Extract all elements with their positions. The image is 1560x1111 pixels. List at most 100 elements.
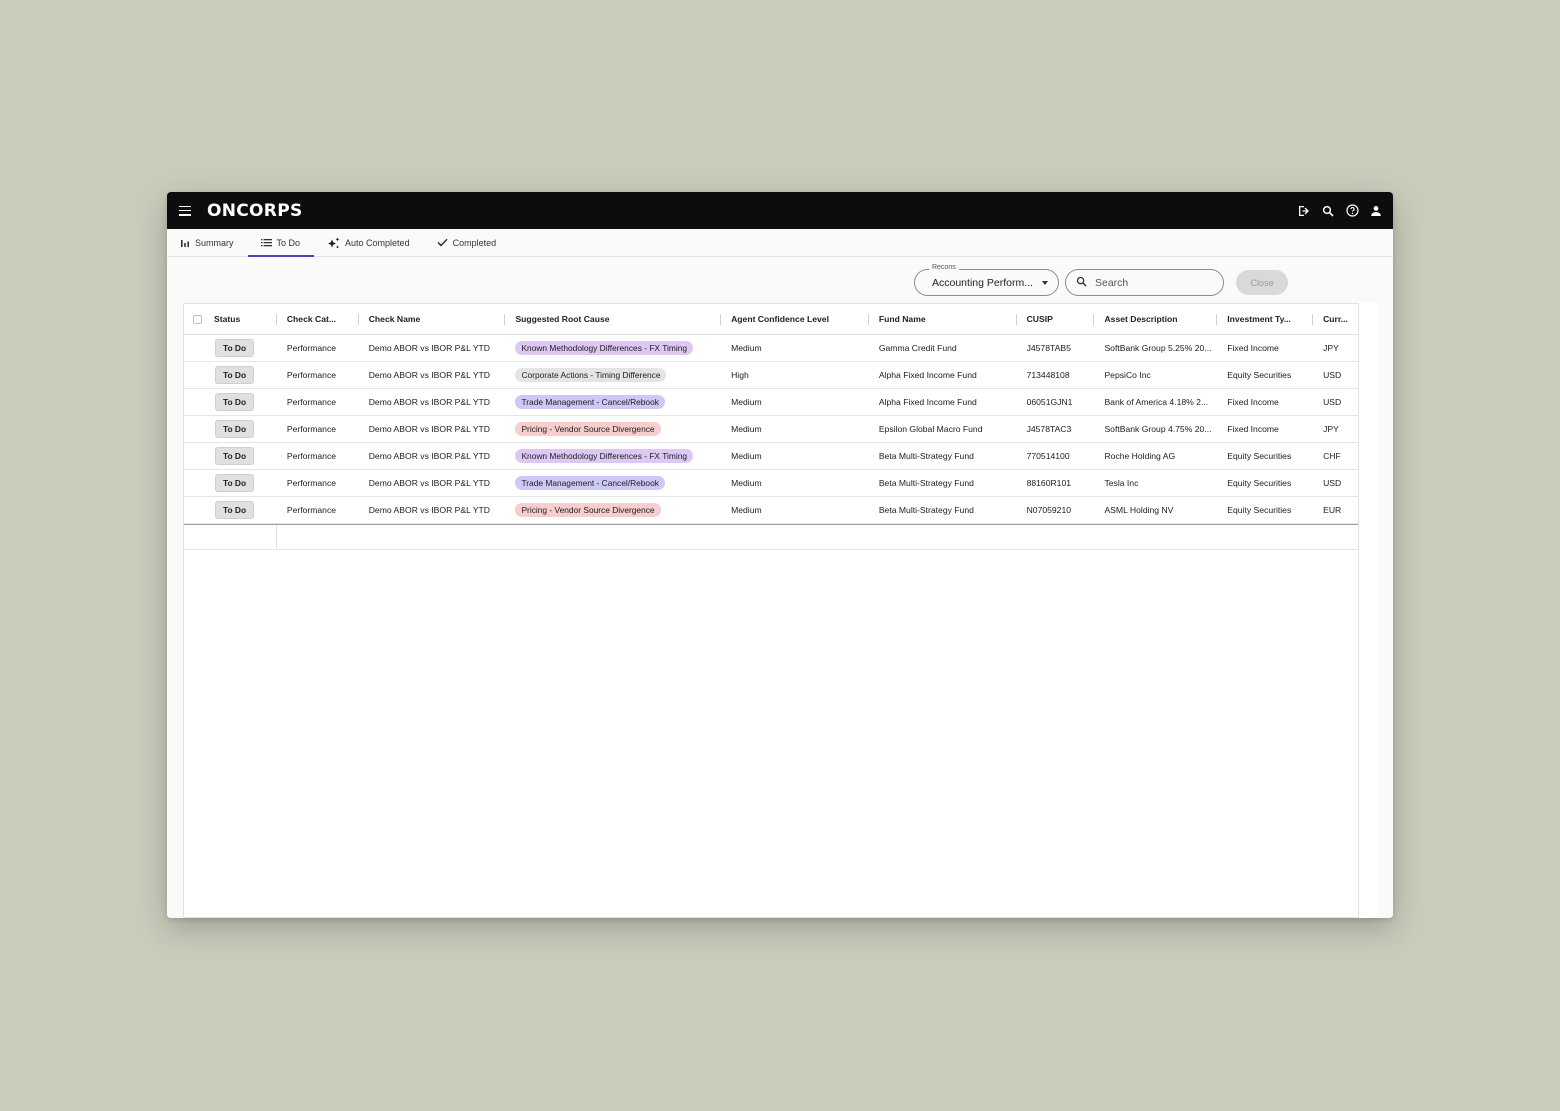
recons-label: Recons [929, 264, 959, 271]
check-name-cell: Demo ABOR vs IBOR P&L YTD [368, 370, 491, 380]
cusip-cell: J4578TAC3 [1026, 424, 1072, 434]
root-cause-cell: Known Methodology Differences - FX Timin… [505, 335, 721, 361]
table-row[interactable]: To Do Performance Demo ABOR vs IBOR P&L YT… [184, 389, 1358, 416]
root-cause-cell: Corporate Actions - Timing Difference [505, 362, 721, 388]
root-cause-cell: Pricing - Vendor Source Divergence [505, 416, 721, 442]
root-cause-chip[interactable]: Pricing - Vendor Source Divergence [515, 422, 661, 436]
root-cause-chip[interactable]: Corporate Actions - Timing Difference [515, 368, 667, 382]
tab-label: Summary [195, 237, 234, 248]
currency-cell: CHF [1323, 451, 1341, 461]
column-header-check-name[interactable]: Check Name [359, 304, 506, 334]
check-category-cell: Performance [286, 478, 337, 488]
status-badge[interactable]: To Do [215, 474, 255, 492]
tab-to-do[interactable]: To Do [247, 229, 315, 257]
status-badge[interactable]: To Do [215, 447, 255, 465]
recons-select[interactable]: Recons Accounting Perform... [914, 264, 1059, 296]
app-logo: ONCORPS [207, 200, 303, 221]
fund-name-cell: Beta Multi-Strategy Fund [878, 478, 974, 488]
fund-name-cell: Epsilon Global Macro Fund [878, 424, 983, 434]
cusip-cell: 88160R101 [1026, 478, 1072, 488]
status-cell: To Do [184, 335, 277, 361]
asset-description-cell: SoftBank Group 4.75% 20... [1104, 424, 1212, 434]
cusip-cell: 713448108 [1026, 370, 1070, 380]
asset-description-cell: Tesla Inc [1104, 478, 1139, 488]
status-cell: To Do [184, 497, 277, 523]
column-header-label: Status [214, 314, 241, 324]
table-row[interactable]: To Do Performance Demo ABOR vs IBOR P&L YT… [184, 470, 1358, 497]
tab-completed[interactable]: Completed [424, 229, 511, 256]
cusip-cell: N07059210 [1026, 505, 1072, 515]
status-badge[interactable]: To Do [215, 339, 255, 357]
status-badge[interactable]: To Do [215, 393, 255, 411]
column-header-cusip[interactable]: CUSIP [1017, 304, 1095, 334]
currency-cell: USD [1323, 370, 1342, 380]
status-cell: To Do [184, 470, 277, 496]
account-icon[interactable] [1369, 204, 1383, 218]
status-badge[interactable]: To Do [215, 366, 255, 384]
logout-icon[interactable] [1297, 204, 1311, 218]
check-category-cell: Performance [286, 451, 337, 461]
root-cause-chip[interactable]: Known Methodology Differences - FX Timin… [515, 341, 694, 355]
root-cause-chip[interactable]: Trade Management - Cancel/Rebook [515, 395, 665, 409]
menu-icon[interactable] [179, 205, 191, 216]
root-cause-chip[interactable]: Trade Management - Cancel/Rebook [515, 476, 665, 490]
confidence-cell: Medium [731, 451, 762, 461]
currency-cell: USD [1323, 478, 1342, 488]
table-row[interactable]: To Do Performance Demo ABOR vs IBOR P&L YT… [184, 497, 1358, 524]
table-row[interactable]: To Do Performance Demo ABOR vs IBOR P&L YT… [184, 362, 1358, 389]
asset-description-cell: ASML Holding NV [1104, 505, 1174, 515]
fund-name-cell: Gamma Credit Fund [878, 343, 957, 353]
search-input[interactable] [1095, 276, 1205, 289]
root-cause-chip[interactable]: Pricing - Vendor Source Divergence [515, 503, 661, 517]
main-content: Recons Accounting Perform... Close Statu… [167, 257, 1393, 918]
grid-container: Status Check Cat... Check Name Suggested… [183, 303, 1378, 918]
fund-name-cell: Beta Multi-Strategy Fund [878, 505, 974, 515]
table-row[interactable]: To Do Performance Demo ABOR vs IBOR P&L YT… [184, 335, 1358, 362]
fund-name-cell: Alpha Fixed Income Fund [878, 397, 977, 407]
column-header-check-category[interactable]: Check Cat... [277, 304, 359, 334]
confidence-cell: Medium [731, 505, 762, 515]
root-cause-cell: Pricing - Vendor Source Divergence [505, 497, 721, 523]
tab-summary[interactable]: Summary [167, 229, 248, 256]
column-header-asset-description[interactable]: Asset Description [1094, 304, 1218, 334]
column-header-investment-type[interactable]: Investment Ty... [1217, 304, 1313, 334]
chevron-down-icon [1042, 280, 1048, 285]
search-box [1065, 269, 1224, 296]
top-bar: ONCORPS [167, 192, 1393, 229]
column-header-suggested-root-cause[interactable]: Suggested Root Cause [505, 304, 721, 334]
column-header-fund-name[interactable]: Fund Name [869, 304, 1017, 334]
top-actions [1297, 204, 1383, 218]
root-cause-chip[interactable]: Known Methodology Differences - FX Timin… [515, 449, 694, 463]
table-row[interactable]: To Do Performance Demo ABOR vs IBOR P&L YT… [184, 443, 1358, 470]
check-name-cell: Demo ABOR vs IBOR P&L YTD [368, 424, 491, 434]
check-icon [437, 238, 448, 247]
close-button[interactable]: Close [1236, 270, 1288, 295]
check-category-cell: Performance [286, 343, 337, 353]
cusip-cell: 06051GJN1 [1026, 397, 1073, 407]
column-header-currency[interactable]: Curr... [1313, 304, 1358, 334]
status-badge[interactable]: To Do [215, 420, 255, 438]
status-cell: To Do [184, 416, 277, 442]
investment-type-cell: Fixed Income [1227, 343, 1279, 353]
column-header-agent-confidence[interactable]: Agent Confidence Level [721, 304, 869, 334]
table-row[interactable]: To Do Performance Demo ABOR vs IBOR P&L YT… [184, 416, 1358, 443]
confidence-cell: Medium [731, 397, 762, 407]
tab-auto-completed[interactable]: Auto Completed [314, 229, 424, 256]
status-cell: To Do [184, 389, 277, 415]
check-name-cell: Demo ABOR vs IBOR P&L YTD [368, 343, 491, 353]
asset-description-cell: SoftBank Group 5.25% 20... [1104, 343, 1212, 353]
app-window: ONCORPS Summary To Do Auto Completed Com… [167, 192, 1393, 918]
column-header-status[interactable]: Status [184, 304, 277, 334]
help-icon[interactable] [1345, 204, 1359, 218]
select-all-checkbox[interactable] [193, 314, 202, 324]
status-badge[interactable]: To Do [215, 501, 255, 519]
check-category-cell: Performance [286, 424, 337, 434]
asset-description-cell: PepsiCo Inc [1104, 370, 1151, 380]
tab-label: Completed [452, 237, 497, 248]
currency-cell: EUR [1323, 505, 1342, 515]
grid-footer-row [184, 524, 1358, 550]
list-icon [260, 238, 272, 247]
search-icon[interactable] [1321, 204, 1335, 218]
status-cell: To Do [184, 443, 277, 469]
check-category-cell: Performance [286, 370, 337, 380]
